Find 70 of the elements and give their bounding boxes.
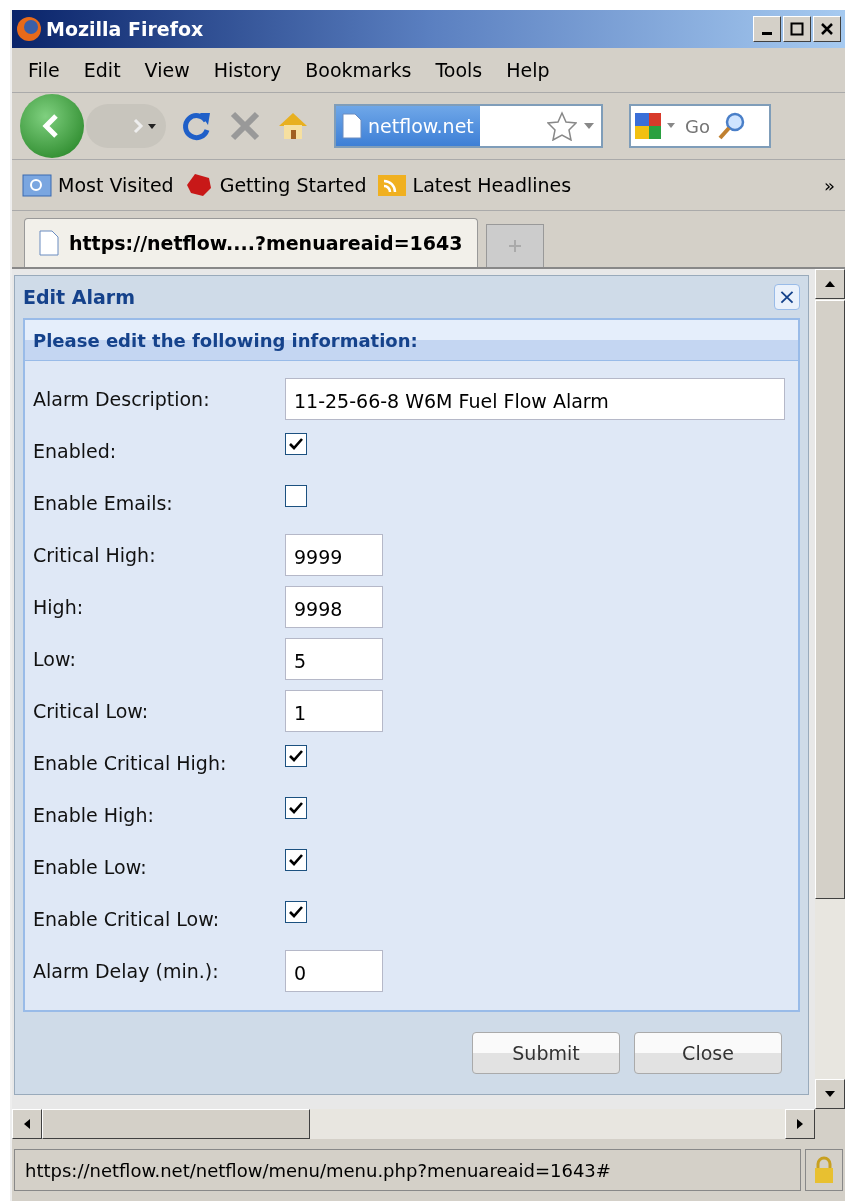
scroll-right-button[interactable] [785, 1109, 815, 1139]
field-label: Enable Emails: [33, 492, 174, 514]
scroll-down-button[interactable] [815, 1079, 845, 1109]
checkbox[interactable] [285, 485, 307, 507]
address-text: netflow.net [368, 115, 474, 137]
menu-item[interactable]: Bookmarks [295, 59, 426, 81]
browser-tab[interactable]: https://netflow....?menuareaid=1643 [24, 218, 478, 267]
page-icon [39, 230, 59, 256]
field-label: Low: [33, 648, 77, 670]
menu-item[interactable]: Help [496, 59, 564, 81]
rss-feed-icon [376, 172, 407, 198]
checkmark-icon [288, 852, 304, 868]
minimize-button[interactable] [753, 16, 781, 42]
number-field[interactable]: 9998 [285, 586, 383, 628]
panel-title: Please edit the following information: [25, 320, 798, 361]
plus-icon [507, 239, 522, 253]
maximize-icon [790, 22, 804, 36]
number-field[interactable]: 9999 [285, 534, 383, 576]
dialog-button[interactable]: Submit [472, 1032, 620, 1074]
field-label: Enable High: [33, 804, 155, 826]
checkbox[interactable] [285, 849, 307, 871]
menu-item[interactable]: File [18, 59, 74, 81]
checkbox[interactable] [285, 433, 307, 455]
scrollbar-thumb[interactable] [42, 1109, 310, 1139]
close-button[interactable] [813, 16, 841, 42]
dialog-button[interactable]: Close [634, 1032, 782, 1074]
minimize-icon [762, 31, 772, 35]
checkmark-icon [288, 748, 304, 764]
field-label: Alarm Delay (min.): [33, 960, 220, 982]
checkmark-icon [288, 436, 304, 452]
menu-item[interactable]: History [203, 59, 296, 81]
checkbox[interactable] [285, 745, 307, 767]
search-icon[interactable] [717, 111, 747, 141]
scrollbar-thumb[interactable] [815, 300, 845, 899]
field-label: Enable Low: [33, 856, 148, 878]
folder-icon [22, 172, 52, 198]
field-label: Enable Critical High: [33, 752, 228, 774]
firefox-icon [16, 16, 42, 42]
scroll-up-button[interactable] [815, 269, 845, 299]
text-field[interactable]: 11-25-66-8 W6M Fuel Flow Alarm [285, 378, 785, 420]
field-label: Critical High: [33, 544, 157, 566]
overflow-chevron[interactable]: » [824, 174, 835, 196]
page-icon [342, 113, 362, 139]
bookmark-item[interactable]: Most Visited [22, 172, 174, 198]
bookmark-item[interactable]: Getting Started [183, 171, 367, 199]
checkmark-icon [288, 800, 304, 816]
menu-item[interactable]: Edit [73, 59, 135, 81]
checkbox[interactable] [285, 901, 307, 923]
scroll-left-button[interactable] [12, 1109, 42, 1139]
field-label: Alarm Description: [33, 388, 211, 410]
menu-item[interactable]: Tools [425, 59, 497, 81]
checkbox[interactable] [285, 797, 307, 819]
window-title: Mozilla Firefox [46, 18, 205, 40]
number-field[interactable]: 0 [285, 950, 383, 992]
maximize-button[interactable] [783, 16, 811, 42]
bookmark-item[interactable]: Latest Headlines [376, 172, 572, 198]
field-label: Critical Low: [33, 700, 150, 722]
field-label: Enabled: [33, 440, 118, 462]
padlock-icon [814, 1156, 834, 1184]
close-icon [820, 22, 834, 36]
star-icon[interactable] [547, 111, 577, 141]
field-label: Enable Critical Low: [33, 908, 221, 930]
status-text: https://netflow.net/netflow/menu/menu.php?menuareaid=1643# [14, 1149, 801, 1191]
close-button[interactable]: × [774, 284, 800, 310]
number-field[interactable]: 1 [285, 690, 383, 732]
number-field[interactable]: 5 [285, 638, 383, 680]
menu-item[interactable]: View [134, 59, 204, 81]
dialog-title: Edit Alarm [23, 286, 136, 308]
checkmark-icon [288, 904, 304, 920]
field-label: High: [33, 596, 85, 618]
